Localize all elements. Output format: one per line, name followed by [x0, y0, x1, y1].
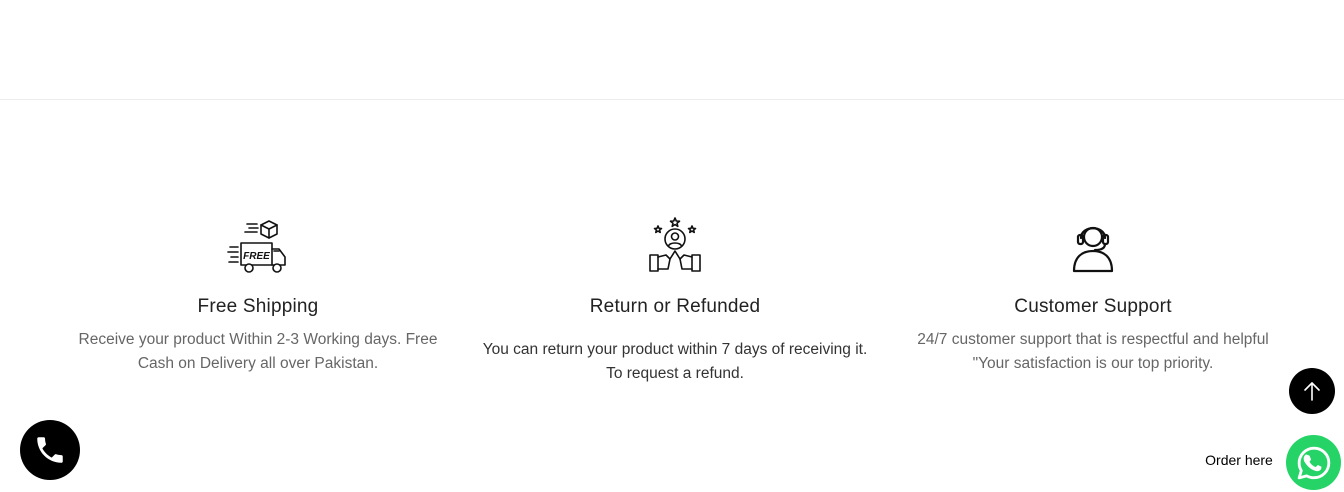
feature-description-line: To request a refund.	[606, 365, 744, 382]
feature-description: Receive your product Within 2-3 Working …	[68, 328, 448, 376]
feature-description-line: Receive your product Within 2-3 Working …	[78, 331, 438, 348]
call-button[interactable]	[20, 420, 80, 480]
page: FREE Free Shipping Receive your product …	[0, 0, 1344, 492]
feature-title: Return or Refunded	[589, 296, 761, 317]
feature-description: 24/7 customer support that is respectful…	[900, 328, 1286, 376]
feature-return-refunded: Return or Refunded You can return your p…	[470, 215, 880, 386]
refund-handshake-icon	[649, 217, 701, 272]
customer-support-headset-icon	[1072, 226, 1114, 273]
feature-description: You can return your product within 7 day…	[470, 338, 880, 386]
whatsapp-icon	[1297, 446, 1330, 479]
feature-description-line: "Your satisfaction is our top priority.	[972, 355, 1214, 372]
whatsapp-button[interactable]	[1286, 435, 1341, 490]
feature-customer-support: Customer Support 24/7 customer support t…	[900, 215, 1286, 376]
arrow-up-icon	[1304, 382, 1320, 401]
feature-free-shipping: FREE Free Shipping Receive your product …	[68, 215, 448, 376]
feature-title: Free Shipping	[197, 296, 319, 317]
phone-icon	[37, 437, 63, 463]
scroll-to-top-button[interactable]	[1289, 368, 1335, 414]
svg-text:FREE: FREE	[243, 251, 270, 262]
feature-description-line: You can return your product within 7 day…	[482, 341, 868, 358]
order-here-label[interactable]: Order here	[1196, 452, 1282, 468]
free-delivery-truck-icon: FREE	[227, 220, 286, 273]
feature-description-line: Cash on Delivery all over Pakistan.	[137, 355, 379, 372]
feature-title: Customer Support	[1014, 296, 1172, 317]
section-divider	[0, 99, 1344, 100]
feature-description-line: 24/7 customer support that is respectful…	[917, 331, 1269, 348]
